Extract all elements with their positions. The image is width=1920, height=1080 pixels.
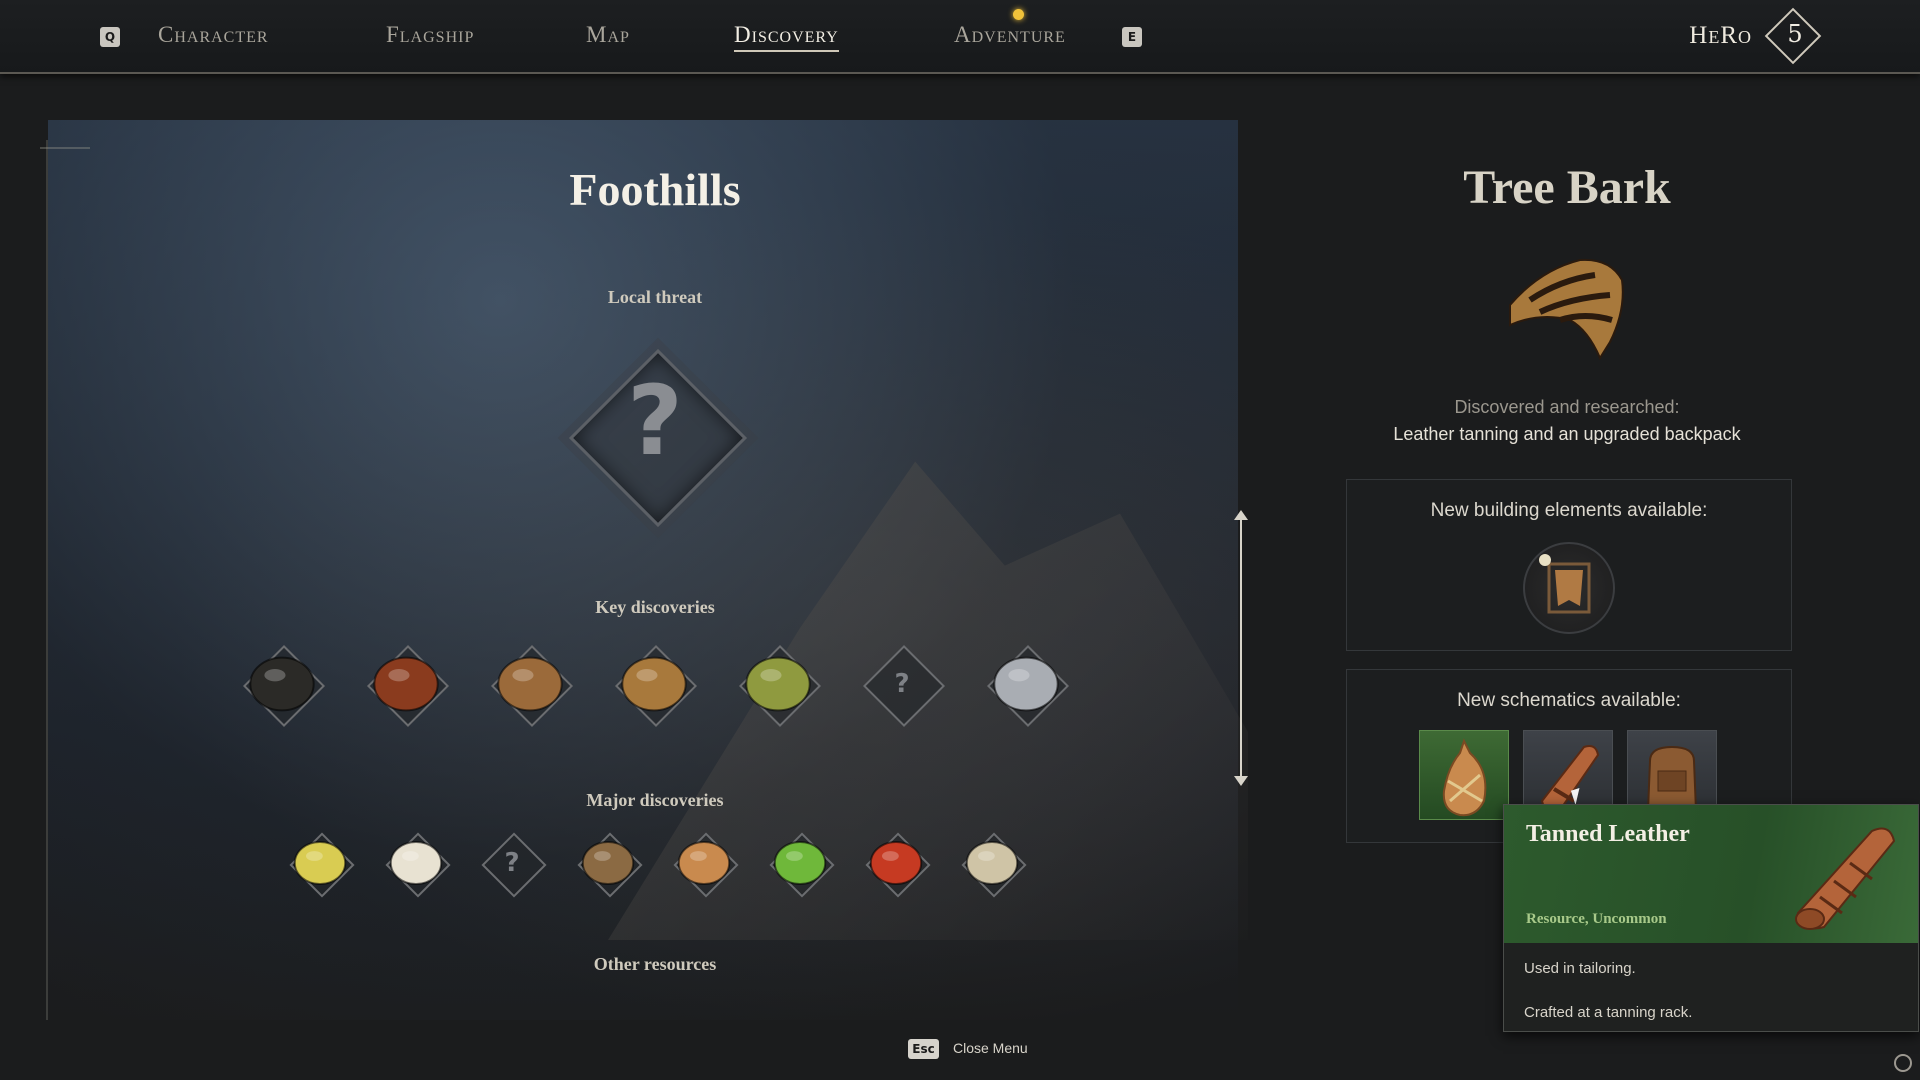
major-discovery-slot[interactable] bbox=[573, 828, 643, 898]
tab-discovery[interactable]: Discovery bbox=[734, 22, 839, 52]
key-discovery-slot[interactable] bbox=[734, 640, 822, 728]
major-discoveries-label: Major discoveries bbox=[586, 790, 724, 810]
region-title: Foothills bbox=[569, 164, 741, 215]
herb-bundle-icon bbox=[745, 656, 811, 712]
tooltip-usage: Used in tailoring. bbox=[1524, 960, 1636, 977]
building-elements-label: New building elements available: bbox=[1430, 500, 1708, 521]
major-discovery-slot[interactable] bbox=[765, 828, 835, 898]
iron-ingot-icon bbox=[993, 656, 1059, 712]
scrollbar-track[interactable] bbox=[1240, 518, 1242, 780]
region-panel bbox=[48, 120, 1248, 1020]
tab-flagship[interactable]: Flagship bbox=[386, 22, 474, 48]
tab-map[interactable]: Map bbox=[586, 22, 630, 48]
close-menu-label[interactable]: Close Menu bbox=[953, 1040, 1028, 1056]
tab-adventure[interactable]: Adventure bbox=[954, 22, 1066, 48]
spore-icon bbox=[965, 841, 1019, 885]
settings-corner-icon[interactable] bbox=[1894, 1054, 1912, 1072]
tooltip-crafting: Crafted at a tanning rack. bbox=[1524, 1004, 1693, 1021]
tanning-rack-slot[interactable] bbox=[1523, 542, 1615, 634]
hero-name: HeRo bbox=[1689, 22, 1752, 49]
major-discovery-slot[interactable] bbox=[861, 828, 931, 898]
tooltip-header: Tanned Leather Resource, Uncommon bbox=[1504, 805, 1918, 943]
other-resources-label: Other resources bbox=[593, 954, 717, 974]
question-mark-icon: ? bbox=[627, 365, 683, 477]
major-discovery-slot[interactable]: ? bbox=[477, 828, 547, 898]
key-discovery-slot[interactable] bbox=[486, 640, 574, 728]
building-elements-box: New building elements available: bbox=[1346, 479, 1792, 651]
item-tooltip: Tanned Leather Resource, Uncommon Used i… bbox=[1503, 804, 1919, 1032]
sulfur-crystal-icon bbox=[293, 841, 347, 885]
seed-sack-icon bbox=[581, 841, 635, 885]
e-key-hint[interactable]: E bbox=[1122, 27, 1142, 47]
tree-bark-icon bbox=[1509, 258, 1624, 361]
tanned-leather-icon bbox=[1795, 827, 1896, 930]
coal-icon bbox=[249, 656, 315, 712]
question-mark-icon: ? bbox=[894, 669, 910, 699]
detail-title: Tree Bark bbox=[1463, 161, 1671, 214]
panel-divider bbox=[46, 140, 48, 1020]
lime-icon bbox=[773, 841, 827, 885]
tanning-rack-icon bbox=[1539, 554, 1591, 614]
tomato-icon bbox=[869, 841, 923, 885]
tooltip-item-name: Tanned Leather bbox=[1526, 821, 1690, 847]
schematic-waterskin[interactable] bbox=[1419, 730, 1509, 820]
detail-status: Discovered and researched: bbox=[1454, 397, 1680, 417]
notification-dot-icon bbox=[1013, 9, 1024, 20]
major-discovery-slot[interactable] bbox=[957, 828, 1027, 898]
key-discoveries-label: Key discoveries bbox=[595, 597, 715, 617]
key-discovery-slot[interactable] bbox=[362, 640, 450, 728]
fang-icon bbox=[389, 841, 443, 885]
key-discovery-slot[interactable] bbox=[238, 640, 326, 728]
waterskin-icon bbox=[1442, 738, 1487, 817]
tree-bark-icon bbox=[621, 656, 687, 712]
question-mark-icon: ? bbox=[504, 848, 520, 878]
q-key-hint[interactable]: Q bbox=[100, 27, 120, 47]
local-threat-slot[interactable]: ? bbox=[560, 340, 750, 530]
major-discovery-slot[interactable] bbox=[669, 828, 739, 898]
local-threat-label: Local threat bbox=[607, 287, 703, 307]
major-discovery-slot[interactable] bbox=[381, 828, 451, 898]
key-discovery-slot[interactable] bbox=[982, 640, 1070, 728]
detail-description: Leather tanning and an upgraded backpack bbox=[1393, 424, 1741, 444]
beans-icon bbox=[677, 841, 731, 885]
wood-logs-icon bbox=[497, 656, 563, 712]
top-navigation-bar: Q Character Flagship Map Discovery Adven… bbox=[0, 0, 1920, 74]
schematics-label: New schematics available: bbox=[1457, 690, 1681, 711]
major-discovery-slot[interactable] bbox=[285, 828, 355, 898]
key-discovery-slot[interactable]: ? bbox=[858, 640, 946, 728]
key-discovery-slot[interactable] bbox=[610, 640, 698, 728]
esc-key-hint[interactable]: Esc bbox=[908, 1039, 939, 1059]
scroll-down-arrow-icon[interactable] bbox=[1234, 776, 1248, 786]
hero-level: 5 bbox=[1787, 20, 1803, 48]
copper-ore-icon bbox=[373, 656, 439, 712]
tab-character[interactable]: Character bbox=[158, 22, 269, 48]
panel-divider-tick bbox=[40, 147, 90, 149]
tooltip-item-type: Resource, Uncommon bbox=[1526, 911, 1667, 927]
